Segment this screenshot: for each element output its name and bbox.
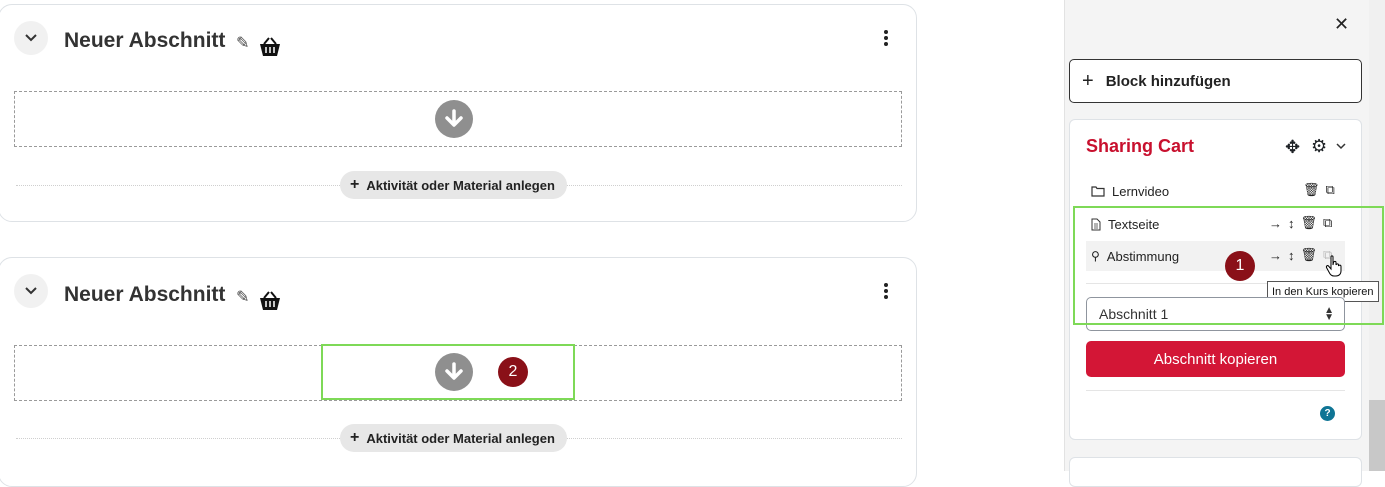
highlight-box-dropzone xyxy=(321,344,575,400)
add-block-label: Block hinzufügen xyxy=(1105,72,1231,90)
section-title[interactable]: Neuer Abschnitt xyxy=(64,29,225,53)
plus-icon: + xyxy=(1082,69,1094,92)
cart-item-actions: 🗑 ⧉ xyxy=(1303,182,1335,198)
gear-icon[interactable]: ⚙ xyxy=(1311,136,1327,157)
help-icon[interactable]: ? xyxy=(1320,406,1335,421)
plus-icon: + xyxy=(350,429,360,446)
next-block xyxy=(1069,457,1362,487)
annotation-marker: 1 xyxy=(1225,251,1255,281)
add-block-button[interactable]: + Block hinzufügen xyxy=(1069,59,1362,103)
basket-icon[interactable] xyxy=(258,35,282,59)
section-menu-kebab-icon[interactable] xyxy=(884,30,888,48)
chevron-down-icon[interactable] xyxy=(1336,142,1346,150)
chevron-down-icon xyxy=(25,34,37,42)
folder-icon xyxy=(1091,186,1105,197)
trash-icon[interactable]: 🗑 xyxy=(1303,182,1320,198)
basket-icon[interactable] xyxy=(258,289,282,313)
add-activity-label: Aktivität oder Material anlegen xyxy=(366,177,555,193)
collapse-section-button[interactable] xyxy=(14,274,48,308)
drop-arrow-icon xyxy=(435,100,473,138)
scrollbar-thumb[interactable] xyxy=(1369,400,1385,471)
add-activity-button[interactable]: + Aktivität oder Material anlegen xyxy=(340,424,567,452)
add-activity-label: Aktivität oder Material anlegen xyxy=(366,430,555,446)
chevron-down-icon xyxy=(25,287,37,295)
plus-icon: + xyxy=(350,176,360,193)
copy-section-button[interactable]: Abschnitt kopieren xyxy=(1086,341,1345,377)
move-icon[interactable]: ✥ xyxy=(1285,137,1300,158)
collapse-section-button[interactable] xyxy=(14,21,48,55)
close-icon[interactable]: ✕ xyxy=(1334,14,1349,35)
add-activity-button[interactable]: + Aktivität oder Material anlegen xyxy=(340,171,567,199)
section-menu-kebab-icon[interactable] xyxy=(884,283,888,301)
divider xyxy=(1086,390,1345,391)
copy-icon[interactable]: ⧉ xyxy=(1326,182,1335,198)
cart-item-label: Lernvideo xyxy=(1112,183,1170,199)
edit-pencil-icon[interactable]: ✎ xyxy=(236,33,249,53)
section-title[interactable]: Neuer Abschnitt xyxy=(64,283,225,307)
sharing-cart-title: Sharing Cart xyxy=(1086,136,1195,156)
edit-pencil-icon[interactable]: ✎ xyxy=(236,287,249,307)
annotation-marker: 2 xyxy=(498,357,528,387)
